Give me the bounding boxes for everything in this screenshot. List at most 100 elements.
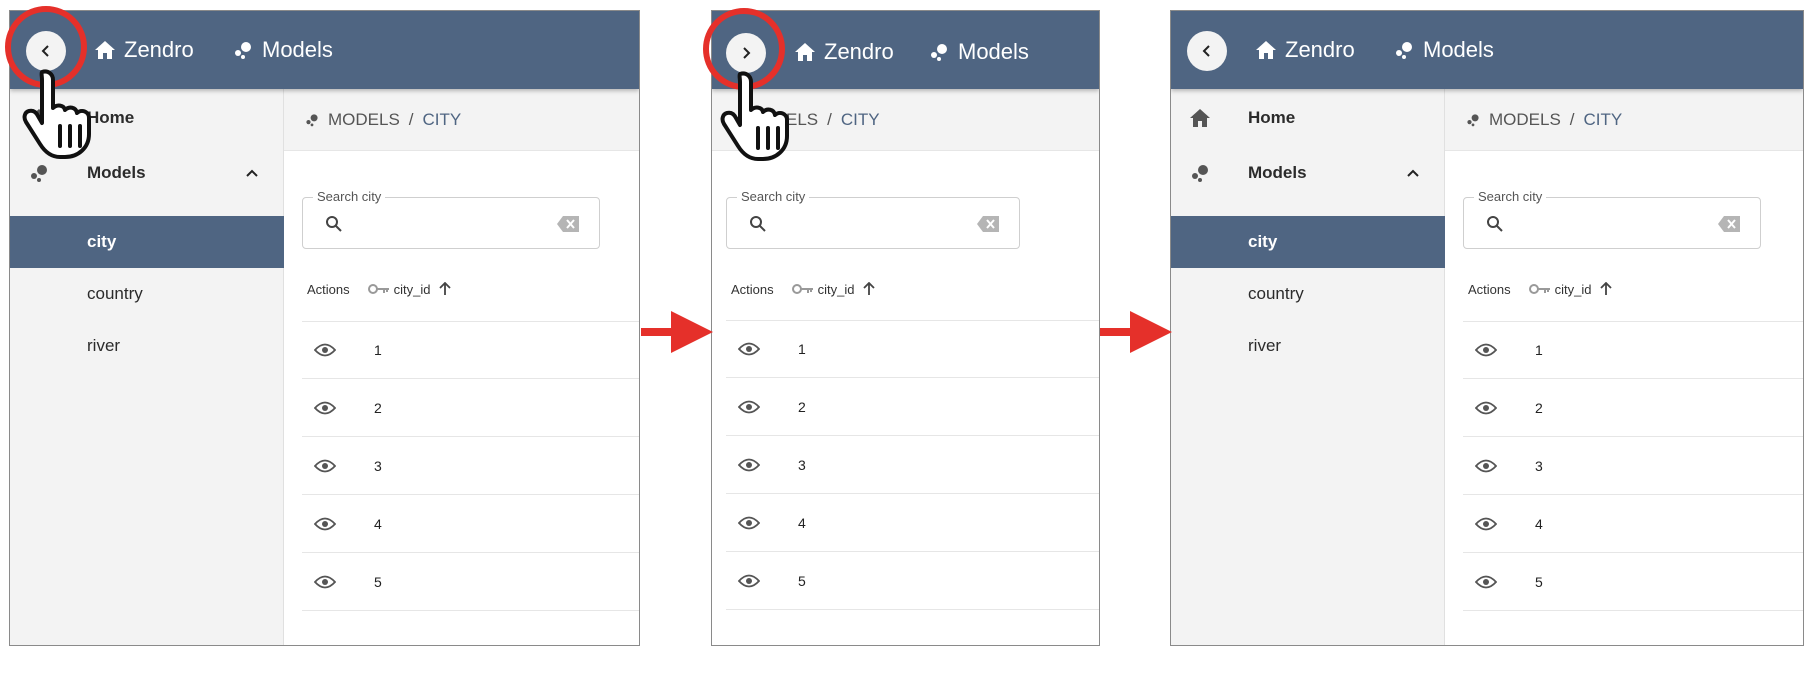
eye-icon[interactable] (738, 400, 760, 414)
eye-icon[interactable] (314, 575, 336, 589)
eye-icon[interactable] (738, 516, 760, 530)
eye-icon[interactable] (314, 343, 336, 357)
search-field[interactable]: Search city (726, 189, 1020, 249)
breadcrumb: MODELS / CITY (284, 89, 639, 151)
table-header: Actions city_id (1468, 269, 1612, 309)
search-label: Search city (737, 189, 810, 204)
eye-icon[interactable] (1475, 459, 1497, 473)
city-id-cell: 5 (798, 572, 806, 589)
arrow-up-icon[interactable] (438, 282, 451, 296)
models-icon (306, 113, 318, 126)
nav-models-label: Models (1423, 37, 1494, 62)
sidebar-item-river[interactable]: river (10, 320, 284, 372)
key-icon (791, 284, 813, 294)
eye-icon[interactable] (1475, 517, 1497, 531)
table-row: 5 (1463, 553, 1803, 611)
breadcrumb-separator: / (1569, 109, 1575, 129)
sidebar-item-country[interactable]: country (1171, 268, 1445, 320)
sidebar-item-label: Models (87, 163, 146, 182)
table-row: 2 (302, 379, 639, 437)
models-icon (1396, 42, 1412, 59)
search-icon (750, 216, 766, 232)
table-row: 1 (1463, 321, 1803, 379)
sidebar-item-city[interactable]: city (10, 216, 284, 268)
screen-expanded-after: Zendro Models Home Models city country r… (1170, 10, 1804, 646)
city-id-cell: 1 (374, 342, 382, 358)
backspace-icon[interactable] (1718, 216, 1740, 232)
sidebar-item-country[interactable]: country (10, 268, 284, 320)
id-header[interactable]: city_id (818, 282, 855, 297)
home-icon (1256, 41, 1276, 59)
home-icon (795, 43, 815, 61)
city-id-cell: 4 (1535, 515, 1543, 532)
eye-icon[interactable] (738, 342, 760, 356)
backspace-icon[interactable] (557, 216, 579, 232)
eye-icon[interactable] (738, 574, 760, 588)
search-icon (1487, 216, 1503, 232)
eye-icon[interactable] (314, 459, 336, 473)
nav-models-link[interactable]: Models (1393, 11, 1494, 89)
nav-models-link[interactable]: Models (232, 11, 333, 89)
city-id-cell: 4 (374, 515, 382, 532)
search-field[interactable]: Search city (302, 189, 600, 249)
sidebar-item-label: river (1248, 336, 1282, 355)
flow-arrow (1100, 311, 1172, 353)
city-id-cell: 3 (798, 456, 806, 473)
nav-home-link[interactable]: Zendro (1255, 11, 1355, 89)
backspace-icon[interactable] (977, 216, 999, 232)
table-row: 2 (1463, 379, 1803, 437)
eye-icon[interactable] (1475, 575, 1497, 589)
search-icon (326, 216, 342, 232)
table-row: 3 (302, 437, 639, 495)
tutorial-scene: Zendro Models Home Models city country r… (0, 0, 1804, 674)
city-id-cell: 3 (1535, 457, 1543, 474)
eye-icon[interactable] (314, 517, 336, 531)
sidebar-toggle-button[interactable] (1187, 31, 1227, 71)
breadcrumb-models-link[interactable]: MODELS (1489, 110, 1561, 130)
sidebar-item-city[interactable]: city (1171, 216, 1445, 268)
nav-models-link[interactable]: Models (928, 13, 1029, 91)
sidebar-item-river[interactable]: river (1171, 320, 1445, 372)
city-id-cell: 2 (374, 399, 382, 416)
home-icon (1190, 109, 1210, 127)
actions-header: Actions (1468, 281, 1511, 297)
search-label: Search city (1474, 189, 1547, 204)
table-row: 4 (302, 495, 639, 553)
table-row: 2 (726, 378, 1099, 436)
sidebar-item-label: river (87, 336, 121, 355)
table-header: Actions city_id (307, 269, 451, 309)
flow-arrow (641, 311, 713, 353)
sidebar-item-label: city (87, 232, 117, 251)
chevron-left-icon (1202, 45, 1210, 57)
arrow-up-icon[interactable] (1599, 282, 1612, 296)
breadcrumb: MODELS / CITY (1445, 89, 1803, 151)
breadcrumb-models-link[interactable]: MODELS (328, 110, 400, 130)
id-header[interactable]: city_id (394, 282, 431, 297)
nav-models-label: Models (262, 37, 333, 62)
sidebar-item-home[interactable]: Home (1171, 89, 1445, 147)
actions-header: Actions (307, 281, 350, 297)
city-id-cell: 5 (374, 573, 382, 590)
city-id-cell: 2 (798, 398, 806, 415)
hand-pointer-icon (720, 71, 789, 161)
eye-icon[interactable] (738, 458, 760, 472)
city-id-cell: 3 (374, 457, 382, 474)
search-field[interactable]: Search city (1463, 189, 1761, 249)
arrow-up-icon[interactable] (862, 282, 875, 296)
sidebar-item-label: Home (1248, 108, 1296, 127)
city-id-cell: 1 (1535, 342, 1543, 358)
nav-models-label: Models (958, 39, 1029, 64)
table-row: 1 (726, 320, 1099, 378)
sidebar-item-models[interactable]: Models (1171, 147, 1445, 199)
sidebar-item-label: country (1248, 284, 1304, 303)
city-id-cell: 1 (798, 341, 806, 357)
eye-icon[interactable] (1475, 401, 1497, 415)
eye-icon[interactable] (1475, 343, 1497, 357)
id-header[interactable]: city_id (1555, 282, 1592, 297)
models-icon (235, 42, 251, 59)
nav-home-label: Zendro (824, 39, 894, 64)
eye-icon[interactable] (314, 401, 336, 415)
models-icon (1467, 113, 1479, 126)
table-header: Actions city_id (731, 269, 875, 309)
sidebar-item-label: country (87, 284, 143, 303)
